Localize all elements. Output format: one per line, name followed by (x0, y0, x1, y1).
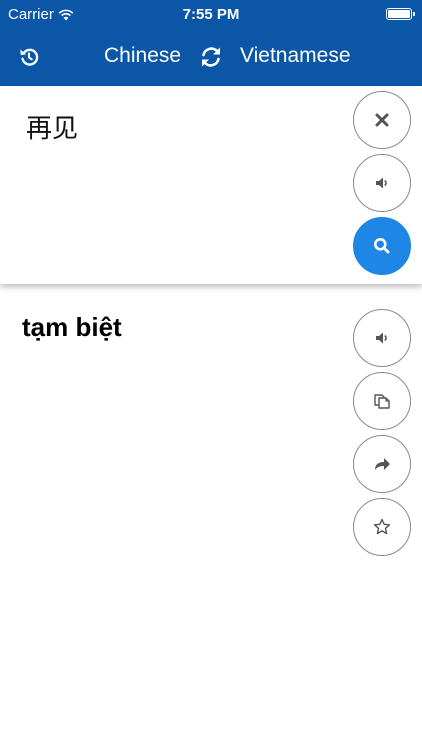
translate-button[interactable] (353, 217, 411, 275)
search-icon (374, 238, 390, 254)
source-text-input[interactable]: 再见 (26, 108, 78, 145)
copy-icon (374, 394, 390, 409)
copy-button[interactable] (353, 372, 411, 430)
history-icon[interactable] (18, 46, 40, 68)
speak-translation-button[interactable] (353, 309, 411, 367)
clear-button[interactable] (353, 91, 411, 149)
swap-icon[interactable] (199, 45, 223, 69)
status-time: 7:55 PM (182, 6, 240, 23)
speaker-icon (376, 332, 387, 344)
favorite-button[interactable] (353, 498, 411, 556)
output-panel: tạm biệt (0, 284, 422, 750)
battery-icon (386, 8, 415, 20)
share-button[interactable] (353, 435, 411, 493)
battery-level (388, 10, 410, 18)
speak-source-button[interactable] (353, 154, 411, 212)
speaker-icon (376, 177, 387, 189)
target-language-button[interactable]: Vietnamese (240, 44, 351, 68)
status-bar: Carrier 7:55 PM (0, 0, 422, 28)
translation-text: tạm biệt (22, 312, 122, 342)
source-language-button[interactable]: Chinese (104, 44, 181, 68)
input-panel: 再见 (0, 86, 422, 284)
star-icon (373, 518, 391, 535)
language-bar: Chinese Vietnamese (0, 28, 422, 86)
share-icon (375, 458, 390, 470)
close-icon (375, 113, 389, 127)
